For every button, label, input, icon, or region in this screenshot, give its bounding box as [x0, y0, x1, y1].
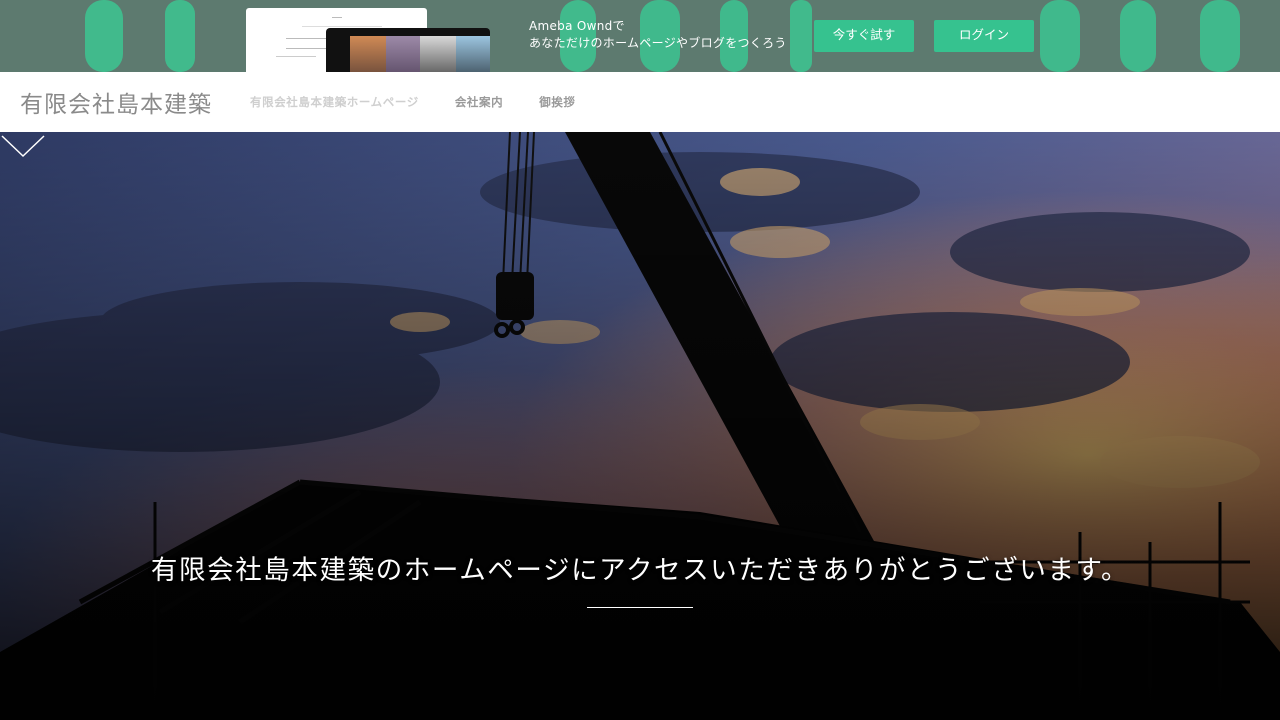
hero-section: 有限会社島本建築のホームページにアクセスいただきありがとうございます。	[0, 132, 1280, 720]
site-title[interactable]: 有限会社島本建築	[20, 85, 212, 119]
hero-message: 有限会社島本建築のホームページにアクセスいただきありがとうございます。	[150, 555, 1130, 586]
chevron-down-icon[interactable]	[0, 132, 46, 160]
hero-divider	[587, 607, 693, 608]
promo-line-2: あなただけのホームページやブログをつくろう	[529, 36, 787, 50]
hero-background-image	[0, 132, 1280, 720]
login-button[interactable]: ログイン	[934, 20, 1034, 52]
try-now-button[interactable]: 今すぐ試す	[814, 20, 914, 52]
promo-line-1: Ameba Owndで	[529, 19, 625, 33]
promo-text: Ameba Owndで あなただけのホームページやブログをつくろう	[529, 18, 787, 52]
nav-item-home[interactable]: 有限会社島本建築ホームページ	[250, 94, 419, 110]
site-preview-thumbnail-dark	[326, 28, 490, 72]
nav-item-company-info[interactable]: 会社案内	[455, 94, 503, 110]
nav-item-greeting[interactable]: 御挨拶	[539, 94, 575, 110]
promo-banner: Ameba Owndで あなただけのホームページやブログをつくろう 今すぐ試す …	[0, 0, 1280, 72]
main-nav: 有限会社島本建築ホームページ 会社案内 御挨拶	[250, 94, 612, 110]
site-header: 有限会社島本建築 有限会社島本建築ホームページ 会社案内 御挨拶	[0, 72, 1280, 132]
